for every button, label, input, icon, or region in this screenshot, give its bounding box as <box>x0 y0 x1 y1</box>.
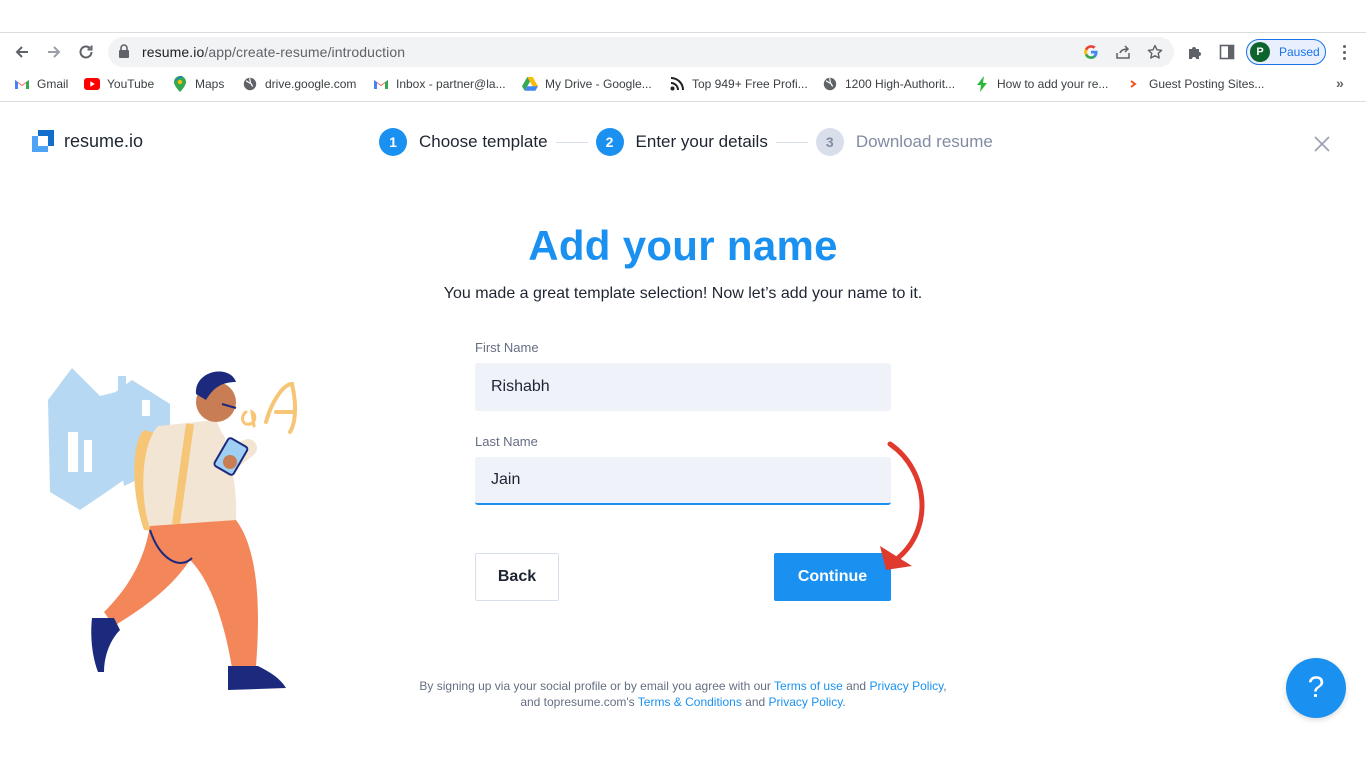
reload-icon[interactable] <box>74 40 98 64</box>
bookmark-label: Maps <box>195 77 225 91</box>
gmail-icon <box>14 76 30 92</box>
back-arrow-icon[interactable] <box>10 40 34 64</box>
youtube-icon <box>84 76 100 92</box>
url-text: resume.io/app/create-resume/introduction <box>142 44 405 60</box>
bookmark-drive-google[interactable]: drive.google.com <box>242 75 356 93</box>
extensions-puzzle-icon[interactable] <box>1185 42 1205 62</box>
back-button[interactable]: Back <box>475 553 559 601</box>
first-name-field[interactable]: Rishabh <box>475 363 891 411</box>
bookmark-inbox[interactable]: Inbox - partner@la... <box>373 75 506 93</box>
step-download-resume: 3 Download resume <box>815 128 993 156</box>
privacy-policy-link[interactable]: Privacy Policy <box>869 679 943 693</box>
bookmark-label: 1200 High-Authorit... <box>845 77 956 91</box>
browser-toolbar: resume.io/app/create-resume/introduction… <box>0 34 1366 70</box>
page-title: Add your name <box>528 222 838 269</box>
arrow-icon <box>1126 76 1142 92</box>
side-panel-icon[interactable] <box>1217 42 1237 62</box>
legal-text: . <box>842 695 846 709</box>
bookmark-label: My Drive - Google... <box>545 77 652 91</box>
address-bar[interactable]: resume.io/app/create-resume/introduction <box>108 37 1174 67</box>
bookmark-label: How to add your re... <box>997 77 1109 91</box>
globe-icon <box>822 76 838 92</box>
step-number: 1 <box>379 128 407 156</box>
rss-icon <box>669 76 685 92</box>
legal-text: and <box>741 695 769 709</box>
step-number: 2 <box>595 128 624 156</box>
bookmark-my-drive[interactable]: My Drive - Google... <box>522 75 652 93</box>
privacy-policy-link-2[interactable]: Privacy Policy <box>769 695 843 709</box>
lock-icon <box>118 44 130 63</box>
page-subtitle: You made a great template selection! Now… <box>443 285 923 302</box>
profile-button[interactable]: P Paused <box>1246 39 1326 65</box>
forward-arrow-icon[interactable] <box>42 40 66 64</box>
annotation-arrow-icon <box>880 441 925 570</box>
bookmarks-bar: Gmail YouTube Maps drive.google.com Inbo… <box>0 70 1366 98</box>
bookmark-how-to-add[interactable]: How to add your re... <box>974 75 1108 93</box>
bookmark-label: YouTube <box>107 77 155 91</box>
bookmark-label: Top 949+ Free Profi... <box>692 77 808 91</box>
bookmark-maps[interactable]: Maps <box>172 75 224 93</box>
last-name-field[interactable]: Jain <box>475 457 891 505</box>
url-path: /app/create-resume/introduction <box>204 44 406 60</box>
google-lens-icon[interactable] <box>1082 43 1100 61</box>
share-icon[interactable] <box>1114 43 1132 61</box>
terms-conditions-link[interactable]: Terms & Conditions <box>638 695 742 709</box>
logo-text: resume.io <box>64 130 144 151</box>
browser-tabstrip <box>0 0 1366 34</box>
step-connector <box>555 141 588 143</box>
person-walking-illustration <box>48 368 298 690</box>
first-name-label: First Name <box>475 340 539 355</box>
profile-avatar: P <box>1250 42 1270 62</box>
legal-line-1: By signing up via your social profile or… <box>419 678 947 710</box>
bookmark-label: drive.google.com <box>265 77 357 91</box>
drive-icon <box>522 76 538 92</box>
browser-menu-icon[interactable] <box>1336 42 1352 62</box>
step-number: 3 <box>815 128 844 156</box>
continue-button[interactable]: Continue <box>774 553 891 601</box>
legal-text: and <box>842 679 870 693</box>
bookmark-top-949[interactable]: Top 949+ Free Profi... <box>669 75 808 93</box>
step-enter-details: 2 Enter your details <box>595 128 768 156</box>
help-button[interactable]: ? <box>1286 658 1346 718</box>
terms-of-use-link[interactable]: Terms of use <box>774 679 843 693</box>
step-label: Enter your details <box>635 132 768 151</box>
last-name-label: Last Name <box>475 434 538 449</box>
step-label: Download resume <box>855 132 993 151</box>
close-icon[interactable] <box>1312 134 1332 154</box>
bookmark-label: Guest Posting Sites... <box>1149 77 1265 91</box>
bookmark-guest-posting[interactable]: Guest Posting Sites... <box>1126 75 1264 93</box>
more-bookmarks-chevron[interactable]: » <box>1336 75 1344 91</box>
bolt-icon <box>974 76 990 92</box>
globe-icon <box>242 76 258 92</box>
progress-steps: 1 Choose template 2 Enter your details 3… <box>379 128 993 156</box>
resume-io-logo[interactable]: resume.io <box>32 129 143 153</box>
bookmark-label: Inbox - partner@la... <box>396 77 506 91</box>
bookmark-1200-high[interactable]: 1200 High-Authorit... <box>822 75 955 93</box>
bookmark-star-icon[interactable] <box>1146 43 1164 61</box>
profile-status: Paused <box>1279 45 1320 59</box>
tabstrip-divider <box>0 32 1366 33</box>
bookmark-gmail[interactable]: Gmail <box>14 75 68 93</box>
gmail-icon <box>373 76 389 92</box>
step-choose-template[interactable]: 1 Choose template <box>379 128 548 156</box>
legal-text: By signing up via your social profile or… <box>419 679 775 693</box>
chrome-divider <box>0 101 1366 102</box>
legal-disclaimer: By signing up via your social profile or… <box>0 678 1366 710</box>
maps-icon <box>172 76 188 92</box>
step-label: Choose template <box>419 132 548 151</box>
url-host: resume.io <box>142 44 205 60</box>
step-connector <box>775 141 808 143</box>
logo-mark-icon <box>32 130 54 152</box>
bookmark-youtube[interactable]: YouTube <box>84 75 154 93</box>
bookmark-label: Gmail <box>37 77 69 91</box>
